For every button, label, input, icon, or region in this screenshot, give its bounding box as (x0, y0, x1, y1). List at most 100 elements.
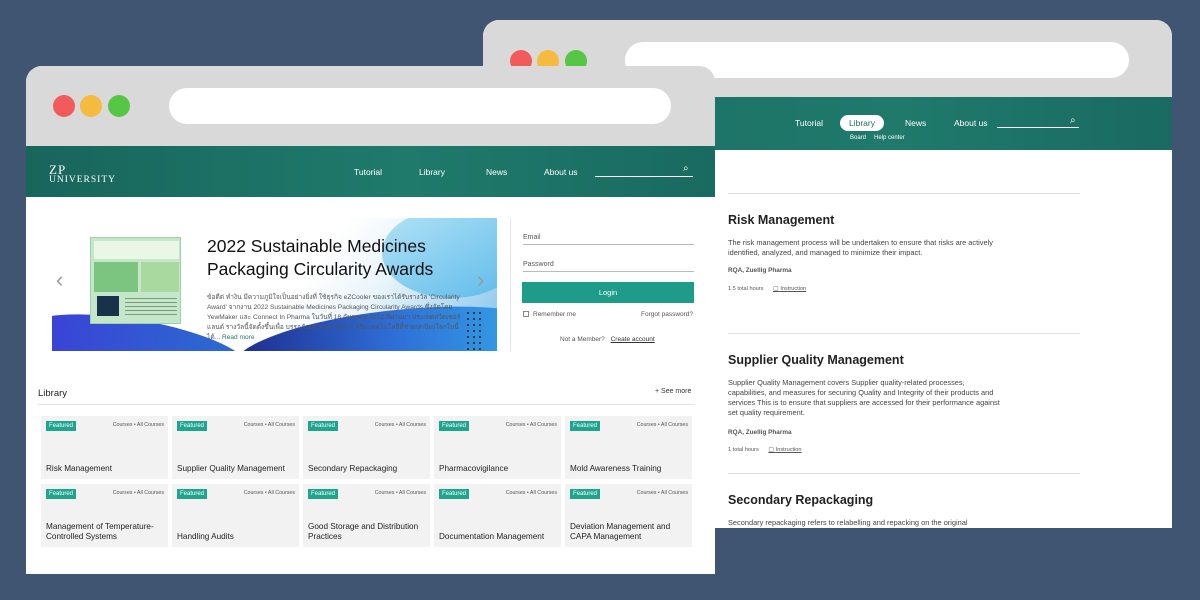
library-heading: Library (38, 388, 68, 399)
course-category: Courses • All Courses (505, 422, 557, 428)
nav-library[interactable]: Library (419, 167, 445, 177)
news-carousel[interactable]: 2022 Sustainable Medicines Packaging Cir… (52, 218, 497, 351)
course-card[interactable]: Featured Courses • All Courses Documentati… (434, 484, 561, 547)
course-name: Pharmacovigilance (439, 464, 509, 473)
nav-news[interactable]: News (905, 118, 926, 128)
divider (728, 473, 1080, 474)
course-category: Courses • All Courses (112, 422, 164, 428)
dot-pattern-decoration (465, 310, 485, 350)
course-card[interactable]: Featured Courses • All Courses Handling Au… (172, 484, 299, 547)
front-browser-window: ZP UNIVERSITY Tutorial Library News Abou… (26, 66, 715, 574)
subnav-help-center[interactable]: Help center (874, 135, 905, 141)
nav-tutorial[interactable]: Tutorial (354, 167, 382, 177)
course-category: Courses • All Courses (243, 490, 295, 496)
remember-me-label: Remember me (533, 311, 576, 318)
email-underline (523, 244, 694, 245)
banner-title: 2022 Sustainable Medicines Packaging Cir… (207, 236, 434, 279)
nav-about-us[interactable]: About us (544, 167, 578, 177)
course-name: Good Storage and Distribution Practices (308, 522, 419, 541)
featured-badge: Featured (46, 489, 77, 499)
course-author: RQA, Zuellig Pharma (728, 267, 792, 274)
course-category: Courses • All Courses (505, 490, 557, 496)
divider (728, 193, 1080, 194)
course-category: Courses • All Courses (374, 490, 426, 496)
course-card[interactable]: Featured Courses • All Courses Pharmacovig… (434, 416, 561, 479)
course-name: Deviation Management and CAPA Management (570, 522, 671, 541)
course-meta: 1 total hours Instruction (728, 446, 802, 453)
featured-badge: Featured (439, 489, 470, 499)
course-category: Courses • All Courses (112, 490, 164, 496)
course-name: Supplier Quality Management (177, 464, 285, 473)
create-account-link[interactable]: Create account (611, 336, 655, 343)
search-input[interactable] (997, 127, 1079, 128)
featured-badge: Featured (308, 421, 339, 431)
checkbox-icon[interactable] (523, 311, 529, 317)
course-card[interactable]: Featured Courses • All Courses Mold Awaren… (565, 416, 692, 479)
not-member-text: Not a Member? (560, 336, 605, 343)
course-author: RQA, Zuellig Pharma (728, 429, 792, 436)
chevron-left-icon[interactable]: ‹ (56, 267, 63, 293)
course-card[interactable]: Featured Courses • All Courses Deviation M… (565, 484, 692, 547)
course-name: Secondary Repackaging (308, 464, 398, 473)
featured-badge: Featured (177, 489, 208, 499)
maximize-window-icon[interactable] (108, 95, 130, 117)
nav-tutorial[interactable]: Tutorial (795, 118, 823, 128)
password-field[interactable]: Password (523, 261, 554, 268)
forgot-password-link[interactable]: Forgot password? (641, 311, 693, 318)
search-icon[interactable]: ⌕ (683, 163, 689, 174)
banner-text: ข้อดีต่ ทำงิน มีความภูมิใจเป็นอย่างยิ่งท… (207, 293, 465, 343)
nav-news[interactable]: News (486, 167, 507, 177)
address-bar[interactable] (169, 88, 671, 124)
zp-university-logo[interactable]: ZP UNIVERSITY (49, 162, 116, 185)
course-description: Secondary repackaging refers to relabell… (728, 518, 968, 527)
course-title[interactable]: Risk Management (728, 213, 834, 227)
password-underline (523, 271, 694, 272)
minimize-window-icon[interactable] (80, 95, 102, 117)
remember-me-checkbox[interactable]: Remember me (523, 311, 576, 318)
carousel-pager[interactable] (268, 342, 282, 351)
course-category: Courses • All Courses (374, 422, 426, 428)
search-input[interactable] (595, 176, 693, 177)
see-more-link[interactable]: + See more (655, 388, 691, 395)
chevron-right-icon[interactable]: › (477, 267, 484, 293)
read-more-link[interactable]: Read more (222, 334, 255, 341)
divider (728, 333, 1080, 334)
close-window-icon[interactable] (53, 95, 75, 117)
login-button[interactable]: Login (522, 282, 694, 303)
course-card[interactable]: Featured Courses • All Courses Management … (41, 484, 168, 547)
course-title[interactable]: Secondary Repackaging (728, 493, 873, 507)
award-poster-image (90, 237, 181, 324)
featured-badge: Featured (177, 421, 208, 431)
course-card[interactable]: Featured Courses • All Courses Secondary R… (303, 416, 430, 479)
divider (38, 404, 695, 405)
course-title[interactable]: Supplier Quality Management (728, 353, 904, 367)
site-header: ZP UNIVERSITY Tutorial Library News Abou… (26, 146, 715, 197)
course-name: Documentation Management (439, 532, 545, 541)
featured-badge: Featured (570, 421, 601, 431)
featured-badge: Featured (439, 421, 470, 431)
signup-prompt: Not a Member? Create account (560, 336, 655, 343)
nav-library[interactable]: Library (840, 115, 884, 131)
email-field[interactable]: Email (523, 234, 541, 241)
course-meta: 1.5 total hours Instruction (728, 285, 806, 292)
course-hours: 1.5 total hours (728, 286, 764, 292)
course-description: Supplier Quality Management covers Suppl… (728, 378, 1000, 417)
course-name: Handling Audits (177, 532, 234, 541)
course-name: Management of Temperature-Controlled Sys… (46, 522, 154, 541)
course-hours: 1 total hours (728, 447, 759, 453)
course-description: The risk management process will be unde… (728, 238, 993, 257)
course-name: Mold Awareness Training (570, 464, 662, 473)
featured-badge: Featured (46, 421, 77, 431)
course-card[interactable]: Featured Courses • All Courses Supplier Qu… (172, 416, 299, 479)
search-icon[interactable]: ⌕ (1070, 115, 1076, 126)
course-card[interactable]: Featured Courses • All Courses Good Storag… (303, 484, 430, 547)
featured-badge: Featured (308, 489, 339, 499)
nav-about-us[interactable]: About us (954, 118, 988, 128)
featured-badge: Featured (570, 489, 601, 499)
course-card[interactable]: Featured Courses • All Courses Risk Manage… (41, 416, 168, 479)
course-category: Courses • All Courses (636, 490, 688, 496)
subnav-board[interactable]: Board (850, 135, 866, 141)
instruction-link[interactable]: Instruction (768, 447, 801, 453)
instruction-link[interactable]: Instruction (773, 286, 806, 292)
logo-line1: ZP (49, 162, 67, 177)
